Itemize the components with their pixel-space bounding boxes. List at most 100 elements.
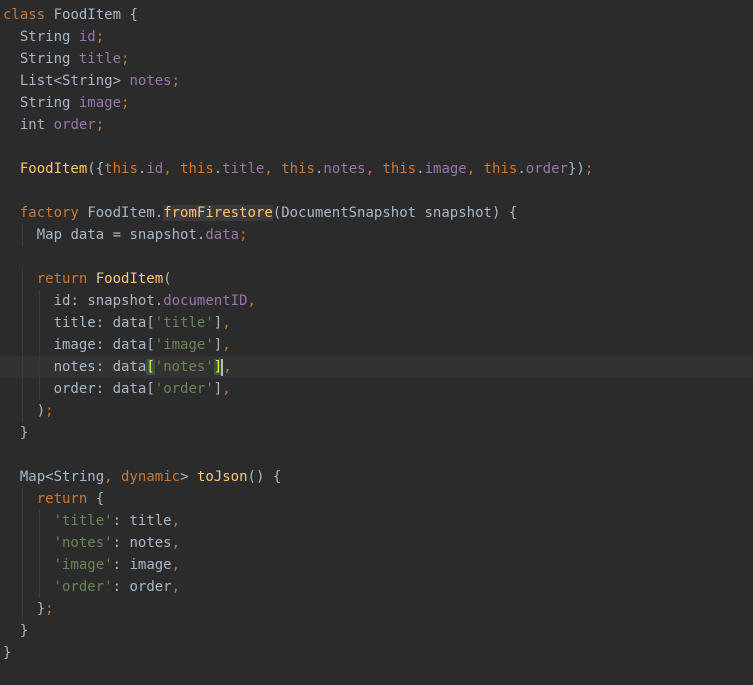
code-token: order bbox=[53, 381, 96, 397]
code-token: , bbox=[171, 557, 181, 573]
code-line[interactable]: factory FoodItem.fromFirestore(DocumentS… bbox=[0, 202, 753, 224]
code-token: FoodItem bbox=[53, 7, 122, 23]
code-token: { bbox=[129, 7, 138, 23]
code-token: List bbox=[19, 73, 54, 89]
indent-guide bbox=[38, 290, 40, 312]
code-token: { bbox=[272, 469, 282, 485]
code-token: ) bbox=[576, 161, 585, 177]
indent-guide bbox=[38, 576, 40, 598]
indent-guide bbox=[21, 356, 23, 378]
code-token: this bbox=[483, 161, 518, 177]
code-token: id bbox=[78, 29, 96, 45]
code-token: class bbox=[3, 7, 46, 23]
code-token: , bbox=[222, 381, 231, 397]
code-line[interactable] bbox=[0, 180, 753, 202]
code-token: : bbox=[95, 337, 105, 353]
code-token: [ bbox=[146, 359, 155, 375]
code-token: DocumentSnapshot bbox=[281, 205, 417, 221]
code-line[interactable]: List<String> notes; bbox=[0, 70, 753, 92]
code-line[interactable]: class FoodItem { bbox=[0, 4, 753, 26]
indent-guide bbox=[21, 532, 23, 554]
indent-guide bbox=[21, 488, 23, 510]
code-line[interactable] bbox=[0, 246, 753, 268]
code-token: notes bbox=[323, 161, 366, 177]
code-token: = bbox=[112, 227, 122, 243]
code-editor[interactable]: class FoodItem { String id; String title… bbox=[0, 0, 753, 685]
code-line[interactable]: FoodItem({this.id, this.title, this.note… bbox=[0, 158, 753, 180]
code-line[interactable]: ); bbox=[0, 400, 753, 422]
code-token: [ bbox=[146, 381, 155, 397]
code-token: 'notes' bbox=[154, 359, 214, 375]
code-line[interactable]: } bbox=[0, 620, 753, 642]
indent-guide bbox=[38, 554, 40, 576]
code-line[interactable]: image: data['image'], bbox=[0, 334, 753, 356]
indent-guide bbox=[21, 598, 23, 620]
code-token: String bbox=[53, 469, 105, 485]
code-token: : bbox=[95, 359, 105, 375]
code-token: 'title' bbox=[53, 513, 113, 529]
code-line[interactable]: String title; bbox=[0, 48, 753, 70]
code-line[interactable]: order: data['order'], bbox=[0, 378, 753, 400]
code-line[interactable]: int order; bbox=[0, 114, 753, 136]
code-line[interactable]: String id; bbox=[0, 26, 753, 48]
code-token: fromFirestore bbox=[163, 205, 273, 221]
code-line[interactable]: notes: data['notes'], bbox=[0, 356, 753, 378]
code-token: ; bbox=[584, 161, 594, 177]
code-token: title bbox=[53, 315, 96, 331]
code-line[interactable]: Map data = snapshot.data; bbox=[0, 224, 753, 246]
code-line[interactable] bbox=[0, 136, 753, 158]
code-token: 'order' bbox=[53, 579, 113, 595]
code-line[interactable]: return FoodItem( bbox=[0, 268, 753, 290]
code-token: data bbox=[205, 227, 240, 243]
code-token: . bbox=[213, 161, 223, 177]
code-line[interactable]: } bbox=[0, 642, 753, 664]
code-token: { bbox=[508, 205, 518, 221]
code-area[interactable]: class FoodItem { String id; String title… bbox=[0, 4, 753, 664]
code-token: , bbox=[466, 161, 476, 177]
code-token: ; bbox=[239, 227, 248, 243]
code-token: notes bbox=[129, 535, 172, 551]
code-token: title bbox=[222, 161, 265, 177]
code-token: String bbox=[19, 51, 71, 67]
code-line[interactable]: id: snapshot.documentID, bbox=[0, 290, 753, 312]
code-token: ( bbox=[87, 161, 96, 177]
code-token: ; bbox=[121, 95, 130, 111]
code-line[interactable]: Map<String, dynamic> toJson() { bbox=[0, 466, 753, 488]
code-line[interactable] bbox=[0, 444, 753, 466]
code-line[interactable]: String image; bbox=[0, 92, 753, 114]
code-token: data bbox=[112, 315, 147, 331]
code-token: id bbox=[146, 161, 164, 177]
code-line[interactable]: title: data['title'], bbox=[0, 312, 753, 334]
code-line[interactable]: 'image': image, bbox=[0, 554, 753, 576]
code-line[interactable]: 'order': order, bbox=[0, 576, 753, 598]
indent-guide bbox=[21, 576, 23, 598]
code-token: : bbox=[112, 513, 122, 529]
code-token: ] bbox=[213, 315, 223, 331]
code-line[interactable]: 'notes': notes, bbox=[0, 532, 753, 554]
code-line[interactable]: } bbox=[0, 422, 753, 444]
code-line[interactable]: 'title': title, bbox=[0, 510, 753, 532]
indent-guide bbox=[21, 400, 23, 422]
indent-guide bbox=[21, 268, 23, 290]
code-token: 'image' bbox=[53, 557, 113, 573]
code-line[interactable]: }; bbox=[0, 598, 753, 620]
code-token: ; bbox=[121, 51, 130, 67]
code-line[interactable]: return { bbox=[0, 488, 753, 510]
